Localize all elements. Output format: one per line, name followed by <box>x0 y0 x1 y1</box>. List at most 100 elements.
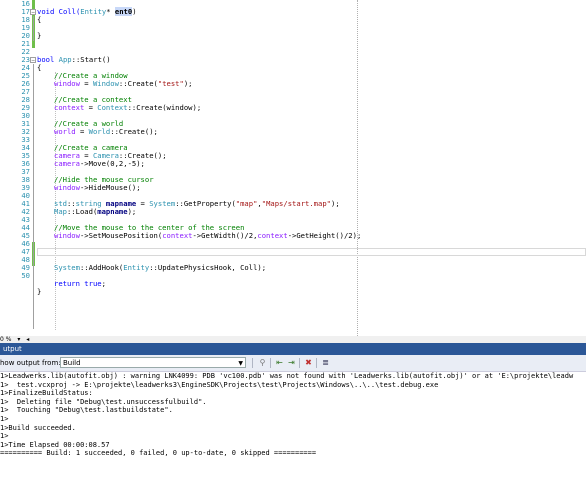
code-line: context = Context::Create(window); <box>54 104 201 113</box>
code-token: window <box>54 79 80 88</box>
code-token: System <box>54 263 80 272</box>
code-token: context <box>54 103 85 112</box>
code-line: window->SetMousePosition(context->GetWid… <box>54 232 361 241</box>
code-token: context <box>257 231 288 240</box>
fold-guide <box>33 64 34 329</box>
code-token: window <box>54 231 80 240</box>
code-token: System <box>149 199 176 208</box>
code-line: { <box>37 15 42 24</box>
clear-all-icon[interactable]: ✖ <box>303 357 314 368</box>
collapse-icon[interactable]: − <box>30 57 36 64</box>
code-token: ::GetProperty( <box>175 199 236 208</box>
code-token: Context <box>97 103 128 112</box>
code-token: ; <box>101 279 106 288</box>
code-token: world <box>54 127 76 136</box>
code-token: ::Create(window); <box>127 103 202 112</box>
code-token: Entity <box>80 7 107 16</box>
code-line: camera->Move(0,2,-5); <box>54 160 145 169</box>
collapse-icon[interactable]: − <box>30 9 36 16</box>
find-message-icon[interactable]: ⚲ <box>257 357 268 368</box>
code-token: "Maps/start.map" <box>261 199 331 208</box>
output-panel: utput how output from: Build ▼ ⚲ ⇤ ⇥ ✖ ≣… <box>0 343 586 480</box>
code-token: ->HideMouse(); <box>79 183 141 192</box>
code-token: = <box>79 79 93 88</box>
code-token: World <box>88 127 111 136</box>
zoom-bar: 0 % ▾ ◂ <box>0 336 586 343</box>
code-token: App <box>58 55 72 64</box>
toolbar-separator <box>316 358 317 368</box>
code-line: } <box>37 287 42 296</box>
toolbar-separator <box>270 358 271 368</box>
code-token: camera <box>54 159 80 168</box>
code-token: ::Load( <box>66 207 98 216</box>
code-token: = <box>75 127 89 136</box>
code-token: ::UpdatePhysicsHook, Coll); <box>149 263 267 272</box>
code-token: ::Create(); <box>110 127 158 136</box>
output-panel-title: utput <box>0 343 586 355</box>
output-log[interactable]: 1>Leadwerks.lib(autofit.obj) : warning L… <box>0 372 586 458</box>
code-token: ->GetWidth()/2, <box>192 231 258 240</box>
output-toolbar: how output from: Build ▼ ⚲ ⇤ ⇥ ✖ ≣ <box>0 355 586 372</box>
code-line: world = World::Create(); <box>54 128 158 137</box>
code-line: Map::Load(mapname); <box>54 208 136 217</box>
fold-guide <box>33 16 34 41</box>
code-token: = <box>136 199 150 208</box>
word-wrap-icon[interactable]: ≣ <box>320 357 331 368</box>
code-token: Map <box>54 207 67 216</box>
code-token: ->Move(0,2,-5); <box>79 159 145 168</box>
previous-message-icon[interactable]: ⇤ <box>274 357 285 368</box>
output-line: 1>Time Elapsed 00:00:08.57 <box>0 440 110 449</box>
toolbar-separator <box>252 358 253 368</box>
code-token: ); <box>331 199 340 208</box>
code-token: ) <box>132 7 137 16</box>
chevron-down-icon[interactable]: ▾ <box>17 336 20 343</box>
next-message-icon[interactable]: ⇥ <box>286 357 297 368</box>
scroll-left-icon[interactable]: ◂ <box>26 336 29 343</box>
code-token: true <box>84 279 102 288</box>
output-line: 1>Build succeeded. <box>0 423 76 432</box>
code-line: window->HideMouse(); <box>54 184 141 193</box>
code-line: } <box>37 31 42 40</box>
code-token: void Coll( <box>37 7 81 16</box>
toolbar-separator <box>299 358 300 368</box>
code-token: ->SetMousePosition( <box>79 231 163 240</box>
code-token: ::Create( <box>118 79 158 88</box>
code-line: System::AddHook(Entity::UpdatePhysicsHoo… <box>54 264 266 273</box>
show-output-from-label: how output from: <box>0 359 61 367</box>
output-source-value: Build <box>63 359 81 367</box>
code-token: ->GetHeight()/2); <box>287 231 362 240</box>
code-token: "map" <box>235 199 258 208</box>
code-token: ); <box>183 79 193 88</box>
output-line: 1> <box>0 414 9 423</box>
code-line: bool App::Start() <box>37 56 111 65</box>
code-line: { <box>37 63 42 72</box>
code-token: return <box>54 279 85 288</box>
code-token: = <box>84 103 98 112</box>
current-line-highlight <box>37 248 586 256</box>
code-line: return true; <box>54 280 106 289</box>
output-line: 1> Deleting file "Debug\test.unsuccessfu… <box>0 397 207 406</box>
output-line: ========== Build: 1 succeeded, 0 failed,… <box>0 449 317 458</box>
code-token: context <box>162 231 193 240</box>
code-token: ::Start() <box>71 55 111 64</box>
zoom-level[interactable]: 0 % <box>0 336 11 343</box>
output-line: 1>FinalizeBuildStatus: <box>0 389 93 398</box>
output-source-select[interactable]: Build ▼ <box>60 357 246 368</box>
code-token: mapname <box>97 207 128 216</box>
code-token: ); <box>127 207 137 216</box>
right-margin-guide <box>357 0 358 336</box>
line-number: 50 <box>21 271 30 280</box>
output-line: 1> <box>0 432 9 441</box>
code-token: window <box>54 183 80 192</box>
code-token: Window <box>92 79 119 88</box>
code-token: * <box>106 7 115 16</box>
output-line: 1>Leadwerks.lib(autofit.obj) : warning L… <box>0 372 574 380</box>
output-line: 1> Touching "Debug\test.lastbuildstate". <box>0 406 173 415</box>
code-token: ent0 <box>114 7 133 16</box>
code-token: Entity <box>123 263 150 272</box>
output-line: 1> test.vcxproj -> E:\projekte\leadwerks… <box>0 380 439 389</box>
code-token: ::AddHook( <box>79 263 124 272</box>
code-line: void Coll(Entity* ent0) <box>37 7 137 17</box>
code-editor[interactable]: 16 17 18 19 20 21 22 23 24 25 26 27 28 29 30 31 32 33 34 35… <box>0 0 586 342</box>
chevron-down-icon: ▼ <box>238 360 243 367</box>
